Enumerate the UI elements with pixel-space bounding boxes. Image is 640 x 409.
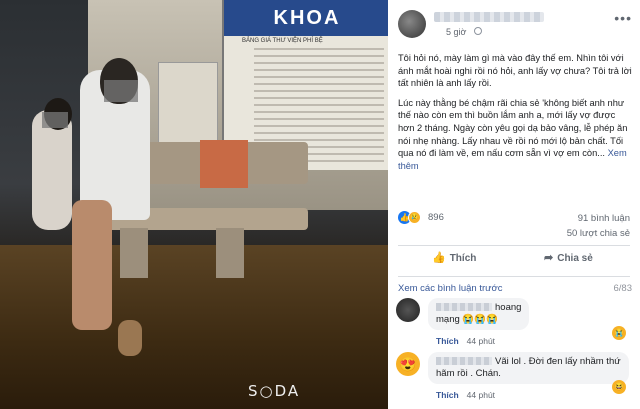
comment-text-line-1: hoang xyxy=(495,302,522,313)
comment-reaction-icon[interactable]: 😭 xyxy=(612,326,626,340)
divider xyxy=(398,276,630,277)
bench-leg-left xyxy=(120,228,148,278)
post-body: Tôi hỏi nó, mày làm gì mà vào đây thế em… xyxy=(398,52,634,179)
notice-board-header: KHOA xyxy=(224,0,388,36)
post-stats: 91 bình luận 50 lượt chia sẻ xyxy=(567,211,630,241)
commenter-name-blurred[interactable] xyxy=(436,357,492,366)
comment-reaction-icon[interactable]: 😆 xyxy=(612,380,626,394)
face-blur xyxy=(42,112,68,128)
comment-like-link[interactable]: Thích xyxy=(436,390,459,400)
comment-text-line-2: mạng 😭😭😭 xyxy=(436,314,498,325)
comment-like-link[interactable]: Thích xyxy=(436,336,459,346)
notice-board-subtitle: BẢNG GIÁ THƯ VIỆN PHÍ BỆ xyxy=(242,38,323,44)
commenter-name-blurred[interactable] xyxy=(436,303,492,312)
face-blur xyxy=(104,80,138,102)
soda-watermark: S○DA xyxy=(248,382,301,400)
like-button[interactable]: 👍 Thích xyxy=(432,251,476,271)
post-header: 5 giờ ••• xyxy=(398,10,634,40)
share-button[interactable]: ➦ Chia sẻ xyxy=(544,251,593,271)
author-avatar[interactable] xyxy=(398,10,426,38)
comment-item: hoang mạng 😭😭😭 😭 Thích 44 phút xyxy=(396,298,632,346)
wall-poster xyxy=(158,62,218,146)
shares-count[interactable]: 50 lượt chia sẻ xyxy=(567,226,630,241)
comment-time[interactable]: 44 phút xyxy=(467,336,495,346)
bench-leg-right xyxy=(216,228,244,278)
sandal xyxy=(118,320,142,356)
view-previous-comments[interactable]: Xem các bình luận trước xyxy=(398,283,502,294)
comment-item: 😍 Vãi lol . Đời đen lấy nhầm thứ hãm rồi… xyxy=(396,352,632,402)
towel xyxy=(200,140,248,188)
thumbs-up-icon: 👍 xyxy=(432,252,446,264)
comment-bubble: Vãi lol . Đời đen lấy nhầm thứ hãm rồi .… xyxy=(428,352,629,384)
photo-floor xyxy=(0,245,388,409)
comment-time[interactable]: 44 phút xyxy=(467,390,495,400)
post-photo[interactable]: KHOA BẢNG GIÁ THƯ VIỆN PHÍ BỆ S○DA xyxy=(0,0,388,409)
commenter-avatar[interactable] xyxy=(396,298,420,322)
sad-reaction-icon: 😢 xyxy=(408,211,421,224)
like-button-label: Thích xyxy=(449,253,477,264)
post-paragraph-1: Tôi hỏi nó, mày làm gì mà vào đây thế em… xyxy=(398,53,632,89)
post-panel: 5 giờ ••• Tôi hỏi nó, mày làm gì mà vào … xyxy=(388,0,640,409)
share-button-label: Chia sẻ xyxy=(557,253,593,264)
seated-boy-legs xyxy=(72,200,112,330)
comment-bubble: hoang mạng 😭😭😭 xyxy=(428,298,530,330)
post-paragraph-2-text: Lúc này thằng bé chậm rãi chia sẻ 'không… xyxy=(398,97,628,159)
reaction-count: 896 xyxy=(428,212,444,223)
globe-icon xyxy=(474,27,482,35)
comment-page-indicator: 6/83 xyxy=(613,283,633,294)
commenter-avatar[interactable]: 😍 xyxy=(396,352,420,376)
comments-count[interactable]: 91 bình luận xyxy=(567,211,630,226)
share-arrow-icon: ➦ xyxy=(544,252,554,264)
post-time[interactable]: 5 giờ xyxy=(446,27,466,37)
comment-meta: Thích 44 phút xyxy=(436,336,495,346)
post-paragraph-2: Lúc này thằng bé chậm rãi chia sẻ 'không… xyxy=(398,97,634,173)
more-dots-icon[interactable]: ••• xyxy=(614,10,632,26)
comment-text-line-2: hãm rồi . Chán. xyxy=(436,368,501,379)
divider xyxy=(398,245,630,246)
author-name-blurred[interactable] xyxy=(434,12,544,22)
comment-text-line-1: Vãi lol . Đời đen lấy nhầm thứ xyxy=(495,356,621,367)
comment-meta: Thích 44 phút xyxy=(436,390,495,400)
